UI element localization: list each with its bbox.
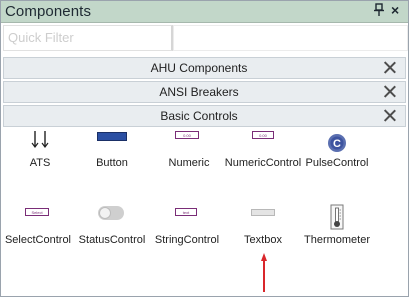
- numeric-control-icon: 0.00: [224, 131, 302, 157]
- component-thermometer[interactable]: Thermometer: [298, 204, 376, 246]
- component-label: Thermometer: [303, 234, 371, 246]
- component-string-control[interactable]: text StringControl: [148, 208, 226, 246]
- components-panel: Components × AHU Components ANSI Breaker…: [0, 0, 409, 297]
- close-icon[interactable]: [384, 85, 396, 97]
- filter-empty-area: [173, 25, 408, 51]
- thermometer-icon: [298, 204, 376, 234]
- svg-text:C: C: [333, 138, 341, 150]
- component-label: Button: [96, 157, 128, 169]
- component-label: StatusControl: [78, 234, 146, 246]
- category-label: AHU Components: [150, 61, 248, 75]
- component-label: PulseControl: [305, 157, 369, 169]
- component-label: ATS: [29, 157, 51, 169]
- quick-filter-input[interactable]: [4, 26, 168, 48]
- quick-filter[interactable]: [3, 25, 173, 51]
- pulse-control-icon: C: [298, 131, 376, 157]
- panel-titlebar: Components ×: [1, 1, 408, 23]
- component-button[interactable]: Button: [73, 131, 151, 169]
- component-label: StringControl: [154, 234, 220, 246]
- button-icon: [73, 131, 151, 157]
- ats-icon: [1, 131, 79, 157]
- component-label: NumericControl: [224, 157, 302, 169]
- textbox-icon: [224, 208, 302, 234]
- category-label: ANSI Breakers: [159, 85, 239, 99]
- category-ansi-breakers[interactable]: ANSI Breakers: [3, 81, 406, 103]
- component-status-control[interactable]: StatusControl: [73, 206, 151, 246]
- category-basic-controls[interactable]: Basic Controls: [3, 105, 406, 127]
- select-control-icon: Select: [0, 208, 77, 234]
- category-ahu-components[interactable]: AHU Components: [3, 57, 406, 79]
- category-label: Basic Controls: [160, 109, 238, 123]
- close-icon[interactable]: ×: [391, 2, 399, 18]
- component-label: Textbox: [244, 234, 282, 246]
- component-ats[interactable]: ATS: [1, 131, 79, 169]
- close-icon[interactable]: [384, 61, 396, 73]
- component-numeric-control[interactable]: 0.00 NumericControl: [224, 131, 302, 169]
- status-control-icon: [73, 206, 151, 234]
- annotation-arrow-icon: [261, 253, 267, 292]
- component-numeric[interactable]: 0.00 Numeric: [150, 131, 228, 169]
- close-icon[interactable]: [384, 109, 396, 121]
- component-pulse-control[interactable]: C PulseControl: [298, 131, 376, 169]
- component-label: SelectControl: [4, 234, 72, 246]
- component-select-control[interactable]: Select SelectControl: [0, 208, 77, 246]
- string-control-icon: text: [148, 208, 226, 234]
- numeric-icon: 0.00: [150, 131, 228, 157]
- component-textbox[interactable]: Textbox: [224, 208, 302, 246]
- panel-title: Components: [5, 3, 92, 20]
- component-label: Numeric: [168, 157, 210, 169]
- pin-icon[interactable]: [374, 3, 384, 20]
